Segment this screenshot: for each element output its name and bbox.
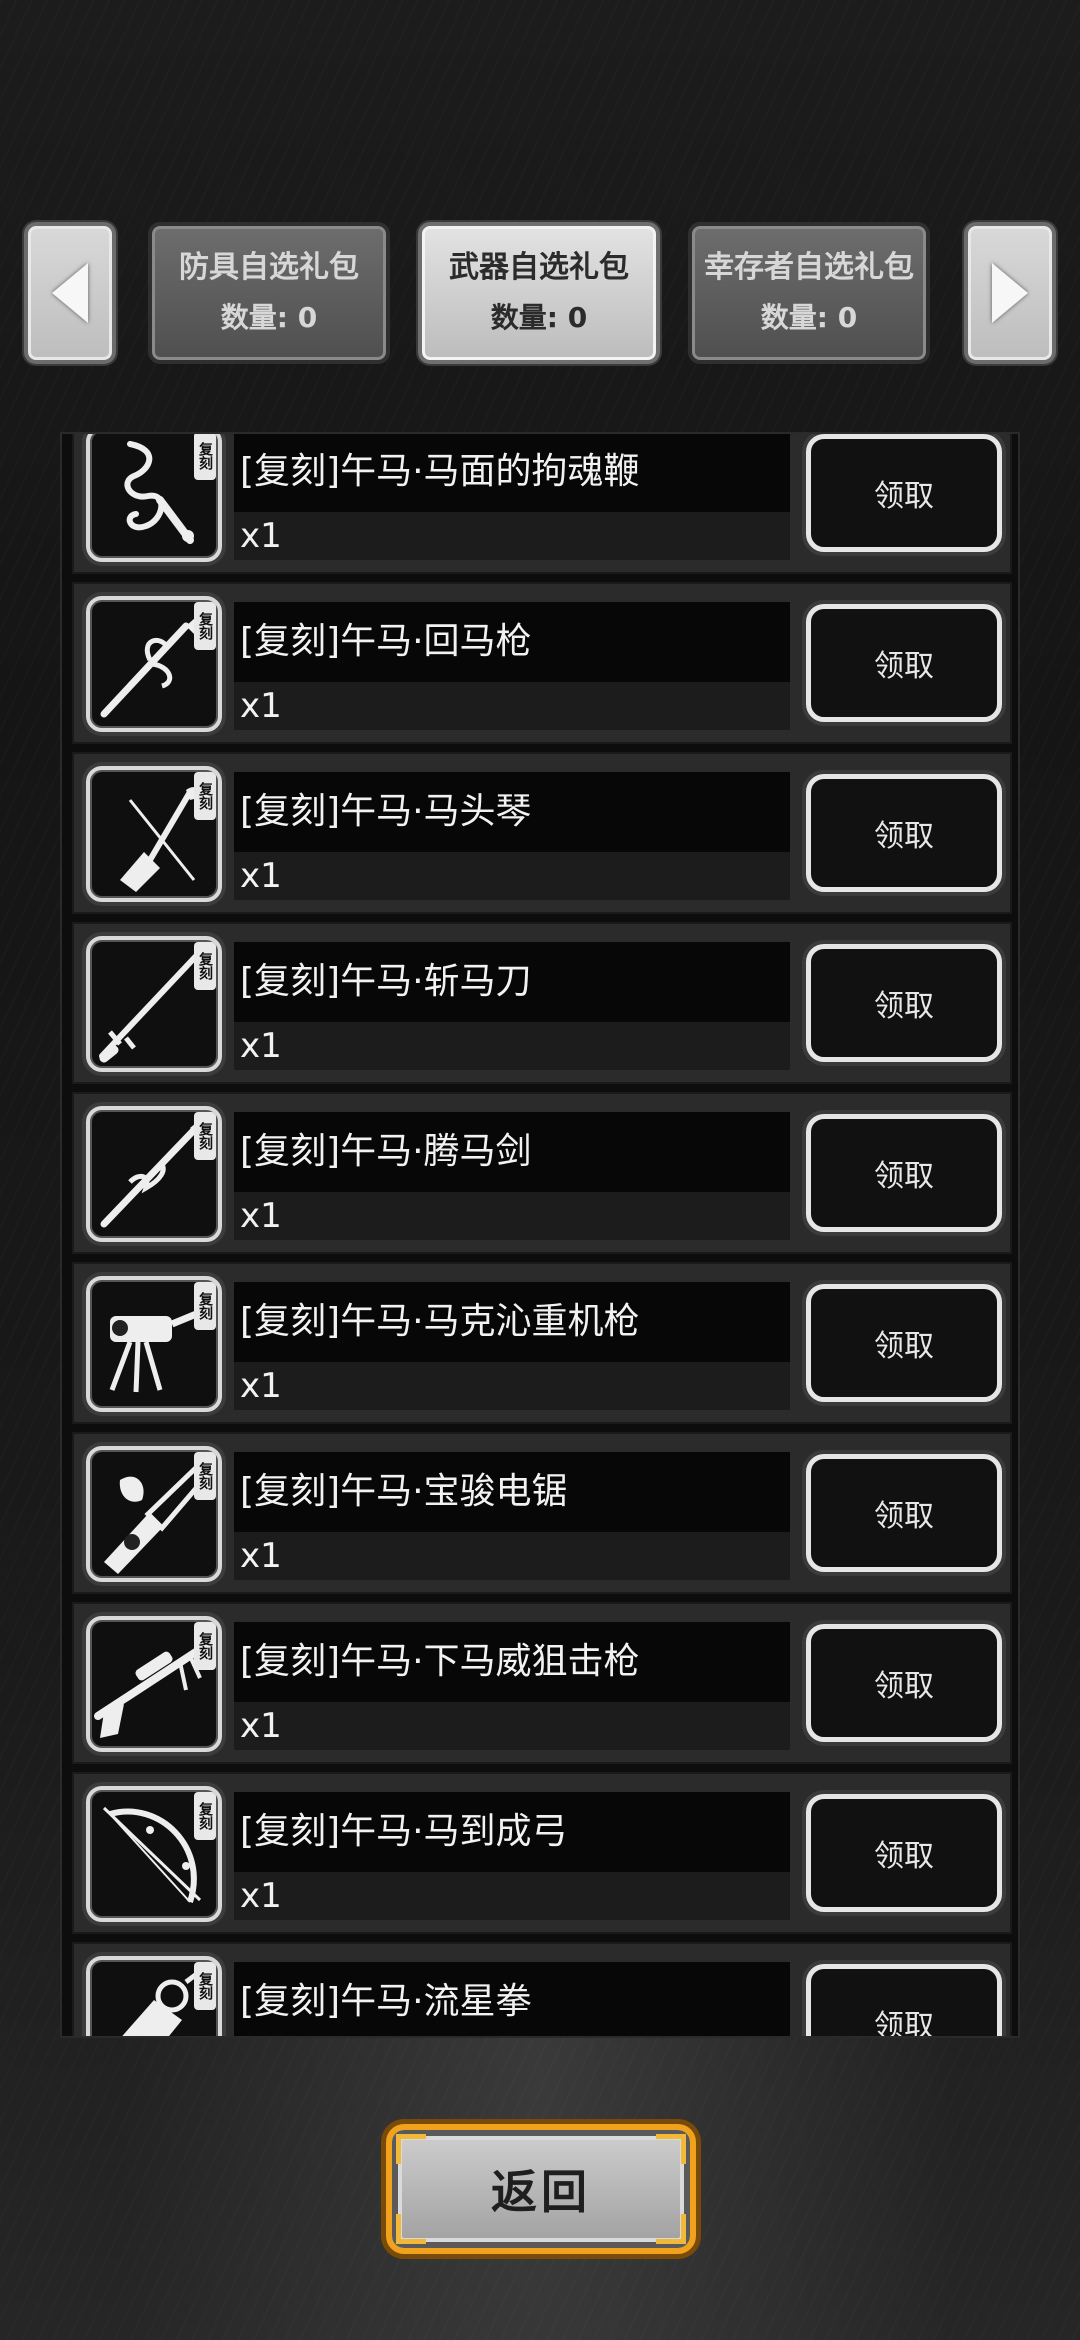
- item-name: [复刻]午马·马面的拘魂鞭: [234, 434, 790, 512]
- tab-weapon-pack[interactable]: 武器自选礼包 数量: 0: [418, 222, 660, 364]
- reissue-badge: 复刻: [194, 1792, 216, 1840]
- item-icon-frame: 复刻: [86, 1616, 222, 1752]
- back-button[interactable]: 返回: [386, 2124, 696, 2254]
- item-icon-frame: 复刻: [86, 1276, 222, 1412]
- reissue-badge: 复刻: [194, 602, 216, 650]
- item-name: [复刻]午马·腾马剑: [234, 1112, 790, 1192]
- chevron-left-icon: [52, 263, 88, 323]
- item-name: [复刻]午马·马克沁重机枪: [234, 1282, 790, 1362]
- chevron-right-icon: [992, 263, 1028, 323]
- tab-count: 数量: 0: [760, 301, 858, 334]
- item-quantity: x1: [234, 852, 790, 900]
- reissue-badge: 复刻: [194, 1452, 216, 1500]
- list-item: 复刻 [复刻]午马·回马枪 x1 领取: [72, 582, 1012, 744]
- tabs-bar: 防具自选礼包 数量: 0 武器自选礼包 数量: 0 幸存者自选礼包 数量: 0: [0, 222, 1080, 366]
- claim-button[interactable]: 领取: [806, 1964, 1002, 2036]
- item-name: [复刻]午马·马到成弓: [234, 1792, 790, 1872]
- item-quantity: x1: [234, 1532, 790, 1580]
- reward-list-inner: 复刻 [复刻]午马·马面的拘魂鞭 x1 领取 复刻 [复刻]午马·回马枪 x1: [72, 434, 1012, 2036]
- item-icon-frame: 复刻: [86, 936, 222, 1072]
- claim-button[interactable]: 领取: [806, 1454, 1002, 1572]
- item-name: [复刻]午马·宝骏电锯: [234, 1452, 790, 1532]
- reissue-badge: 复刻: [194, 1622, 216, 1670]
- item-name: [复刻]午马·回马枪: [234, 602, 790, 682]
- item-icon-frame: 复刻: [86, 1446, 222, 1582]
- tab-count: 数量: 0: [220, 301, 318, 334]
- item-name: [复刻]午马·流星拳: [234, 1962, 790, 2036]
- item-quantity: x1: [234, 1192, 790, 1240]
- reissue-badge: 复刻: [194, 942, 216, 990]
- prev-tab-button[interactable]: [24, 222, 116, 364]
- next-tab-button[interactable]: [964, 222, 1056, 364]
- list-item: 复刻 [复刻]午马·腾马剑 x1 领取: [72, 1092, 1012, 1254]
- item-icon-frame: 复刻: [86, 596, 222, 732]
- claim-button[interactable]: 领取: [806, 1794, 1002, 1912]
- item-icon-frame: 复刻: [86, 1786, 222, 1922]
- tab-count: 数量: 0: [490, 301, 588, 334]
- tab-title: 防具自选礼包: [179, 250, 359, 285]
- corner-ornament: [656, 2134, 686, 2164]
- item-quantity: x1: [234, 1022, 790, 1070]
- item-icon-frame: 复刻: [86, 434, 222, 562]
- reissue-badge: 复刻: [194, 772, 216, 820]
- list-item: 复刻 [复刻]午马·斩马刀 x1 领取: [72, 922, 1012, 1084]
- item-icon-frame: 复刻: [86, 1106, 222, 1242]
- item-icon-frame: 复刻: [86, 766, 222, 902]
- tab-survivor-pack[interactable]: 幸存者自选礼包 数量: 0: [688, 222, 930, 364]
- claim-button[interactable]: 领取: [806, 1284, 1002, 1402]
- item-icon-frame: 复刻: [86, 1956, 222, 2036]
- list-item: 复刻 [复刻]午马·马到成弓 x1 领取: [72, 1772, 1012, 1934]
- list-item: 复刻 [复刻]午马·马面的拘魂鞭 x1 领取: [72, 434, 1012, 574]
- tab-title: 武器自选礼包: [449, 250, 629, 285]
- reward-list[interactable]: 复刻 [复刻]午马·马面的拘魂鞭 x1 领取 复刻 [复刻]午马·回马枪 x1: [60, 432, 1020, 2038]
- back-button-label: 返回: [491, 2165, 591, 2219]
- item-quantity: x1: [234, 1702, 790, 1750]
- item-name: [复刻]午马·马头琴: [234, 772, 790, 852]
- claim-button[interactable]: 领取: [806, 774, 1002, 892]
- claim-button[interactable]: 领取: [806, 1624, 1002, 1742]
- item-name: [复刻]午马·下马威狙击枪: [234, 1622, 790, 1702]
- reissue-badge: 复刻: [194, 434, 216, 480]
- item-quantity: x1: [234, 512, 790, 560]
- tab-title: 幸存者自选礼包: [704, 250, 914, 285]
- corner-ornament: [396, 2134, 426, 2164]
- claim-button[interactable]: 领取: [806, 604, 1002, 722]
- tab-armor-pack[interactable]: 防具自选礼包 数量: 0: [148, 222, 390, 364]
- item-quantity: x1: [234, 1872, 790, 1920]
- reissue-badge: 复刻: [194, 1282, 216, 1330]
- claim-button[interactable]: 领取: [806, 434, 1002, 552]
- list-item: 复刻 [复刻]午马·流星拳 x1 领取: [72, 1942, 1012, 2036]
- list-item: 复刻 [复刻]午马·下马威狙击枪 x1 领取: [72, 1602, 1012, 1764]
- reissue-badge: 复刻: [194, 1962, 216, 2010]
- list-item: 复刻 [复刻]午马·宝骏电锯 x1 领取: [72, 1432, 1012, 1594]
- screen: 防具自选礼包 数量: 0 武器自选礼包 数量: 0 幸存者自选礼包 数量: 0: [0, 0, 1080, 2340]
- item-name: [复刻]午马·斩马刀: [234, 942, 790, 1022]
- item-quantity: x1: [234, 1362, 790, 1410]
- list-item: 复刻 [复刻]午马·马克沁重机枪 x1 领取: [72, 1262, 1012, 1424]
- corner-ornament: [396, 2214, 426, 2244]
- claim-button[interactable]: 领取: [806, 1114, 1002, 1232]
- corner-ornament: [656, 2214, 686, 2244]
- list-item: 复刻 [复刻]午马·马头琴 x1 领取: [72, 752, 1012, 914]
- reissue-badge: 复刻: [194, 1112, 216, 1160]
- item-quantity: x1: [234, 682, 790, 730]
- claim-button[interactable]: 领取: [806, 944, 1002, 1062]
